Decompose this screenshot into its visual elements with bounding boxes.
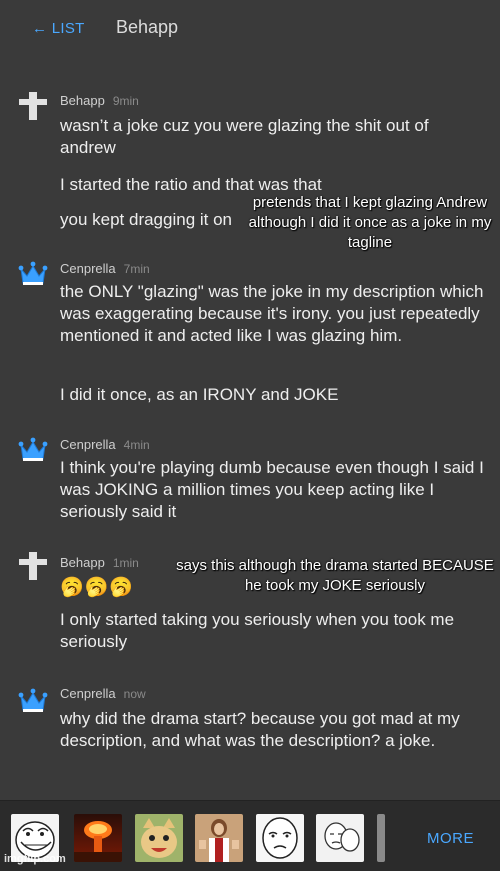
comment: Cenprella now why did the drama start? be…: [0, 682, 500, 792]
username[interactable]: Behapp: [60, 555, 105, 570]
back-to-list-link[interactable]: ← LIST: [32, 20, 85, 37]
okay-face-meme-thumbnail[interactable]: [256, 814, 304, 862]
cross-icon[interactable]: [18, 91, 48, 121]
crown-icon[interactable]: [18, 685, 48, 715]
username[interactable]: Cenprella: [60, 261, 116, 276]
crown-icon[interactable]: [18, 258, 48, 288]
comment-meta: Behapp 1min: [60, 555, 139, 570]
wojak-meme-thumbnail[interactable]: [316, 814, 364, 862]
comment: Cenprella 4min I think you're playing dum…: [0, 432, 500, 532]
meme-caption: says this although the drama started BEC…: [176, 556, 494, 596]
comment-meta: Behapp 9min: [60, 93, 139, 108]
partial-meme-thumbnail[interactable]: [377, 814, 385, 862]
comment-text: wasn’t a joke cuz you were glazing the s…: [60, 116, 429, 157]
comment-text: I only started taking you seriously when…: [60, 610, 455, 651]
timestamp: 1min: [112, 556, 139, 570]
timestamp: 9min: [112, 94, 139, 108]
comment-meta: Cenprella 4min: [60, 437, 150, 452]
comment-text: I think you're playing dumb because even…: [60, 458, 484, 521]
comment-text: why did the drama start? because you got…: [60, 709, 460, 750]
comment-meta: Cenprella now: [60, 686, 146, 701]
meme-picker-bar: MORE: [0, 800, 500, 871]
username[interactable]: Cenprella: [60, 437, 116, 452]
imgflip-watermark: imgflip.com: [4, 853, 66, 865]
username[interactable]: Behapp: [60, 93, 105, 108]
timestamp: 4min: [123, 438, 150, 452]
comment-meta: Cenprella 7min: [60, 261, 150, 276]
timestamp: 7min: [123, 262, 150, 276]
cross-icon[interactable]: [18, 551, 48, 581]
comment-text: I did it once, as an IRONY and JOKE: [60, 385, 339, 404]
comment: Cenprella 7min the ONLY "glazing" was the…: [0, 256, 500, 416]
meme-caption: pretends that I kept glazing Andrew alth…: [244, 193, 496, 253]
comment-text: the ONLY "glazing" was the joke in my de…: [60, 282, 484, 345]
page-title: Behapp: [116, 17, 179, 37]
crown-icon[interactable]: [18, 434, 48, 464]
cat-meme-thumbnail[interactable]: [135, 814, 183, 862]
username[interactable]: Cenprella: [60, 686, 116, 701]
jesus-thumbs-up-meme-thumbnail[interactable]: [195, 814, 243, 862]
more-button[interactable]: MORE: [427, 830, 474, 847]
nuclear-explosion-meme-thumbnail[interactable]: [74, 814, 122, 862]
top-bar: ← LIST Behapp: [0, 0, 500, 58]
timestamp: now: [123, 687, 146, 701]
